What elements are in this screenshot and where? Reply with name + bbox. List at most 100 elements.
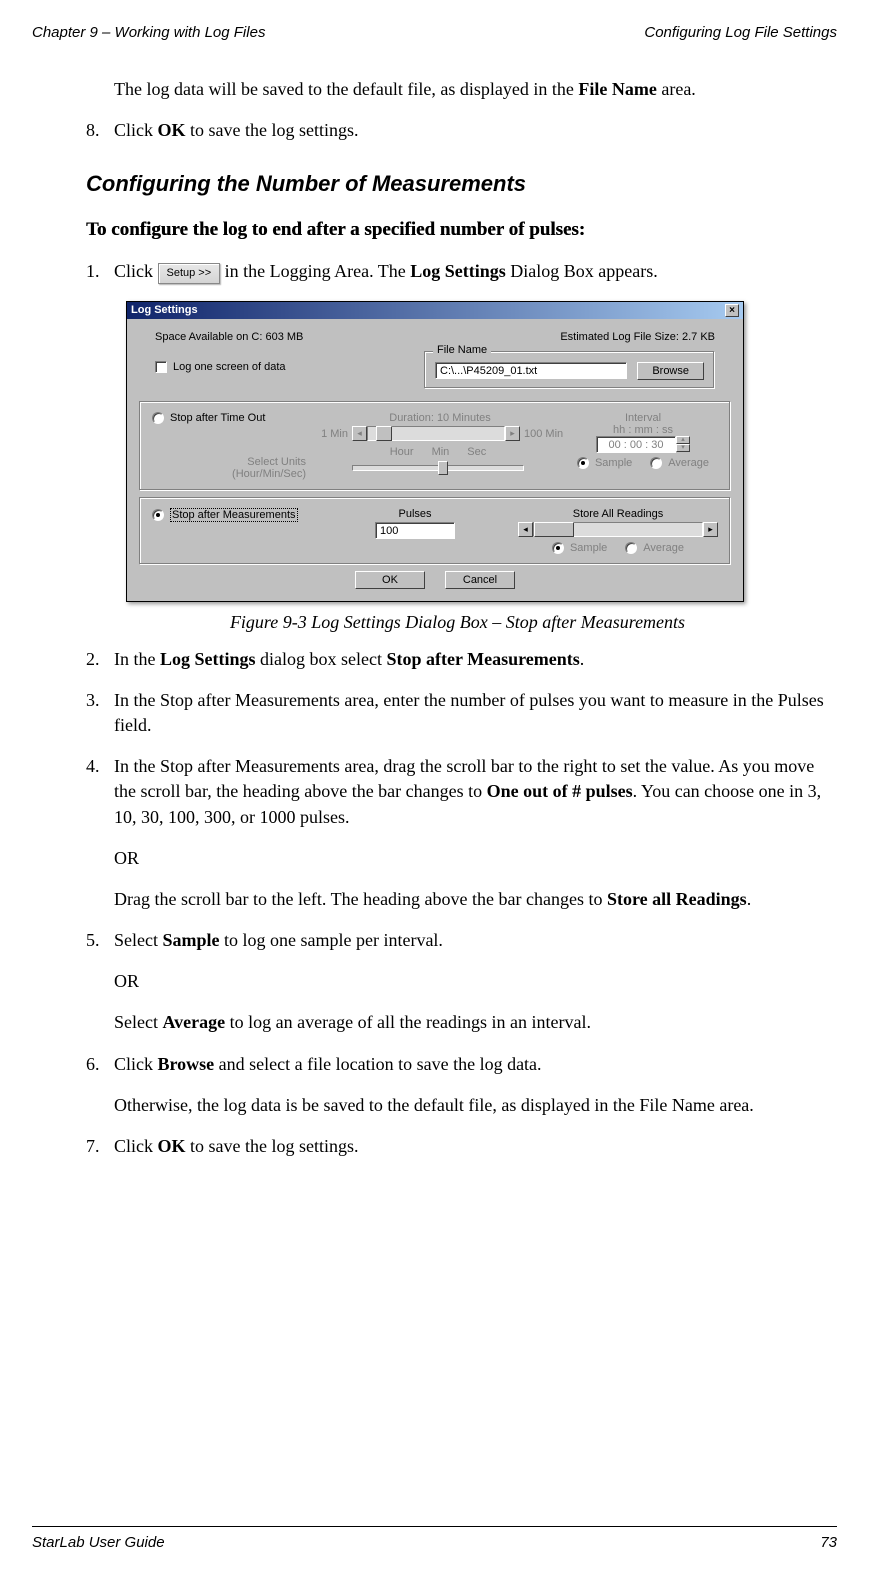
store-slider-left[interactable]: ◂ [518,522,533,537]
step-8-post: to save the log settings. [186,120,359,140]
average-label-1: Average [668,457,709,469]
step-6-num: 6. [86,1052,114,1118]
t: . [747,889,752,909]
sample-radio-2[interactable] [552,542,564,554]
step-1-body: Click Setup >> in the Logging Area. The … [114,259,829,284]
pulses-label: Pulses [312,508,518,520]
ok-button[interactable]: OK [355,571,425,589]
step-6: 6. Click Browse and select a file locati… [86,1052,829,1118]
interval-spinner[interactable]: ▴▾ [676,436,690,452]
step-7: 7. Click OK to save the log settings. [86,1134,829,1159]
select-units-label: Select Units (Hour/Min/Sec) [182,456,312,480]
step-8-body: Click OK to save the log settings. [114,118,829,143]
log-one-screen-checkbox[interactable] [155,361,167,373]
close-icon[interactable]: × [725,304,739,317]
interval-label: Interval [568,412,718,424]
average-radio-2[interactable] [625,542,637,554]
sample-label-2: Sample [570,542,607,554]
t: Click [114,1136,158,1156]
stop-measurements-label: Stop after Measurements [170,508,298,522]
t: Log Settings [160,649,256,669]
min-100-label: 100 Min [524,428,568,440]
file-name-legend: File Name [433,344,491,356]
cancel-button[interactable]: Cancel [445,571,515,589]
step-6-body: Click Browse and select a file location … [114,1052,829,1118]
duration-label: Duration: 10 Minutes [312,412,568,424]
footer-left: StarLab User Guide [32,1534,165,1551]
intro-paragraph: The log data will be saved to the defaul… [114,77,829,102]
t: to log one sample per interval. [220,930,443,950]
dialog-titlebar: Log Settings × [127,302,743,319]
t: Average [162,1012,225,1032]
t: to log an average of all the readings in… [225,1012,591,1032]
slider-left-arrow[interactable]: ◂ [352,426,367,441]
step-3-num: 3. [86,688,114,738]
t: Select [114,930,162,950]
slider-right-arrow[interactable]: ▸ [505,426,520,441]
step-2-body: In the Log Settings dialog box select St… [114,647,829,672]
or-label: OR [114,969,829,994]
t: Sample [162,930,219,950]
or-label: OR [114,846,829,871]
pulses-input[interactable]: 100 [375,522,455,539]
estimated-size-label: Estimated Log File Size: 2.7 KB [560,331,715,343]
sample-radio-1[interactable] [577,457,589,469]
store-all-label: Store All Readings [518,508,718,520]
average-label-2: Average [643,542,684,554]
file-path-input[interactable]: C:\...\P45209_01.txt [435,362,627,379]
stop-timeout-label: Stop after Time Out [170,412,265,424]
step-1-post: Dialog Box appears. [506,261,658,281]
header-left: Chapter 9 – Working with Log Files [32,24,265,41]
sub-heading: To configure the log to end after a spec… [86,219,829,241]
intro-bold: File Name [578,79,656,99]
log-settings-dialog: Log Settings × Space Available on C: 603… [126,301,744,602]
step-4: 4. In the Stop after Measurements area, … [86,754,829,912]
footer-rule [32,1526,837,1527]
header-right: Configuring Log File Settings [644,24,837,41]
step-1-bold: Log Settings [410,261,506,281]
t: Drag the scroll bar to the left. The hea… [114,889,607,909]
step-4-body: In the Stop after Measurements area, dra… [114,754,829,912]
hhmmss-label: hh : mm : ss [568,424,718,436]
t: One out of # pulses [487,781,633,801]
step-8: 8. Click OK to save the log settings. [86,118,829,143]
step-8-pre: Click [114,120,158,140]
stop-timeout-radio[interactable] [152,412,164,424]
step-2-num: 2. [86,647,114,672]
average-radio-1[interactable] [650,457,662,469]
step-7-body: Click OK to save the log settings. [114,1134,829,1159]
min-1-label: 1 Min [312,428,348,440]
step-3-body: In the Stop after Measurements area, ent… [114,688,829,738]
t: In the [114,649,160,669]
space-available-label: Space Available on C: 603 MB [155,331,303,343]
min-label: Min [432,446,450,458]
t: . [580,649,585,669]
step-1-mid: in the Logging Area. The [220,261,410,281]
interval-input[interactable]: 00 : 00 : 30 [596,436,676,453]
intro-pre: The log data will be saved to the defaul… [114,79,578,99]
intro-post: area. [657,79,696,99]
t: Browse [158,1054,215,1074]
stop-measurements-radio[interactable] [152,509,164,521]
step-5: 5. Select Sample to log one sample per i… [86,928,829,1036]
dialog-title: Log Settings [131,304,198,317]
section-title: Configuring the Number of Measurements [86,171,829,197]
step-1-num: 1. [86,259,114,284]
log-one-screen-label: Log one screen of data [173,361,286,373]
t: OK [158,1136,186,1156]
step-5-num: 5. [86,928,114,1036]
sec-label: Sec [467,446,486,458]
step-8-num: 8. [86,118,114,143]
store-slider-right[interactable]: ▸ [703,522,718,537]
step-5-body: Select Sample to log one sample per inte… [114,928,829,1036]
step-1: 1. Click Setup >> in the Logging Area. T… [86,259,829,284]
step-2: 2. In the Log Settings dialog box select… [86,647,829,672]
step-8-bold: OK [158,120,186,140]
t: Click [114,1054,158,1074]
t: Stop after Measurements [386,649,579,669]
footer-page: 73 [820,1534,837,1551]
setup-button[interactable]: Setup >> [158,263,221,284]
browse-button[interactable]: Browse [637,362,704,380]
step-7-num: 7. [86,1134,114,1159]
step-1-pre: Click [114,261,158,281]
